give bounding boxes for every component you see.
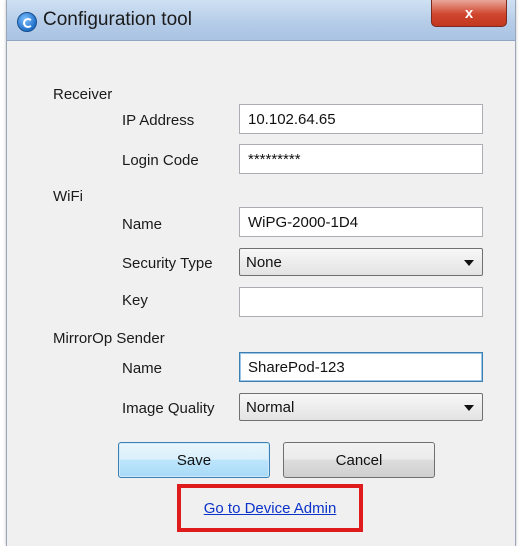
title-bar[interactable]: Configuration tool x	[7, 0, 515, 41]
login-code-input[interactable]	[239, 144, 483, 174]
sender-name-input[interactable]	[239, 352, 483, 382]
image-quality-value: Normal	[246, 399, 295, 416]
section-mirrorop-sender: MirrorOp Sender	[53, 330, 165, 347]
highlight-box: Go to Device Admin	[177, 484, 363, 532]
close-button[interactable]: x	[431, 0, 507, 27]
app-logo-icon	[17, 12, 37, 32]
wifi-name-input[interactable]	[239, 207, 483, 237]
security-type-value: None	[246, 254, 282, 271]
cancel-button[interactable]: Cancel	[283, 442, 435, 478]
save-button[interactable]: Save	[118, 442, 270, 478]
security-type-label: Security Type	[122, 255, 213, 272]
key-label: Key	[122, 292, 148, 309]
login-code-label: Login Code	[122, 152, 199, 169]
image-quality-select[interactable]: Normal	[239, 393, 483, 421]
image-quality-label: Image Quality	[122, 400, 215, 417]
ip-address-label: IP Address	[122, 112, 195, 129]
sender-name-label: Name	[122, 360, 163, 377]
section-wifi: WiFi	[53, 188, 83, 205]
config-window: Configuration tool x Receiver IP Address…	[6, 0, 516, 546]
ip-address-input[interactable]	[239, 104, 483, 134]
dropdown-arrow-icon	[464, 260, 474, 266]
key-input[interactable]	[239, 287, 483, 317]
window-title: Configuration tool	[43, 9, 192, 30]
dropdown-arrow-icon	[464, 405, 474, 411]
wifi-name-label: Name	[122, 216, 163, 233]
security-type-select[interactable]: None	[239, 248, 483, 276]
device-admin-link[interactable]: Go to Device Admin	[204, 500, 337, 517]
section-receiver: Receiver	[53, 86, 113, 103]
